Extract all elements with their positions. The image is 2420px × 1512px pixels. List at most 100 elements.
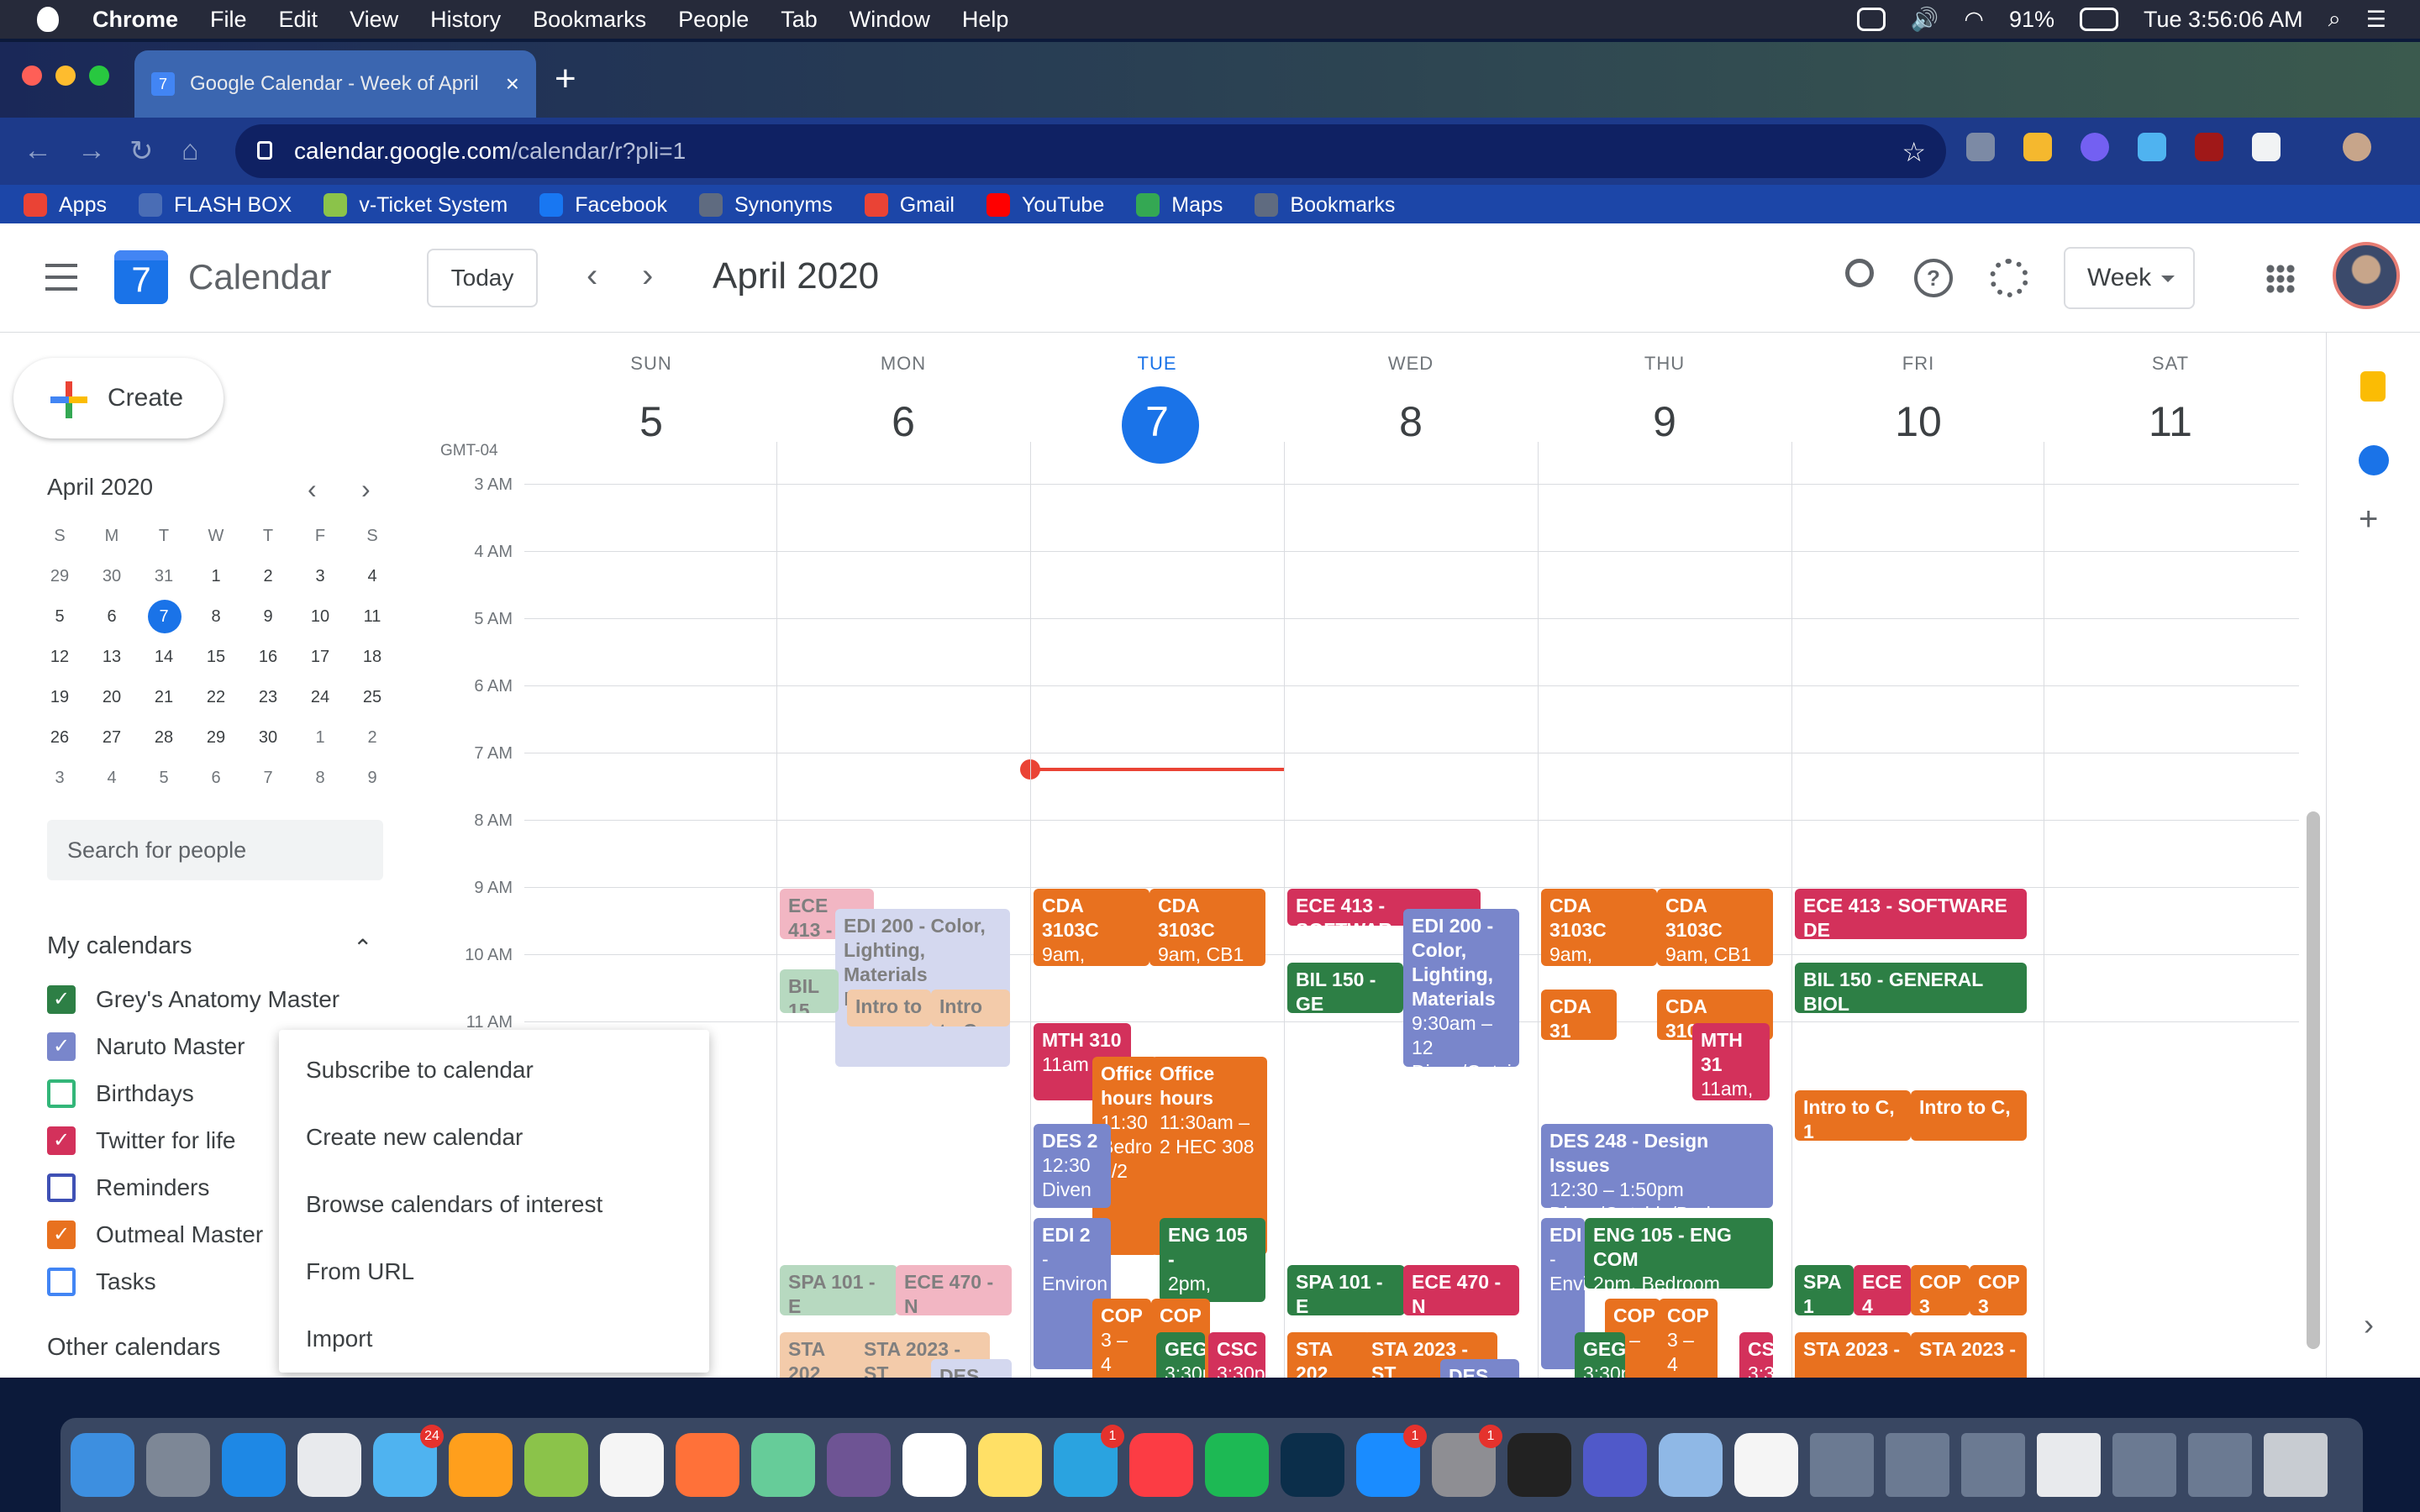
day-date[interactable]: 10 [1792,385,2044,459]
trash-dock-icon[interactable] [2264,1433,2328,1497]
forward-icon[interactable]: → [77,134,106,167]
terminal-dock-icon[interactable] [1507,1433,1571,1497]
mini-day[interactable]: 1 [294,717,346,758]
mini-day[interactable]: 29 [34,556,86,596]
calendar-event[interactable]: Intro to C, [1911,1090,2027,1141]
keep-icon[interactable] [2360,371,2386,402]
day-date[interactable]: 11 [2044,385,2296,459]
previous-week-button[interactable]: ‹ [587,257,597,295]
preview-dock-icon[interactable] [1659,1433,1723,1497]
settings-gear-icon[interactable] [1990,259,2028,297]
calendar-event[interactable]: DES3:45 [1440,1359,1519,1378]
mini-day[interactable]: 30 [242,717,294,758]
home-icon[interactable]: ⌂ [182,134,199,167]
account-avatar[interactable] [2333,242,2400,309]
calendar-item-grey-s-anatomy-master[interactable]: ✓ Grey's Anatomy Master [47,976,339,1023]
mini-day[interactable]: 14 [138,637,190,677]
chrome-dock-icon[interactable] [297,1433,361,1497]
search-icon[interactable] [1845,259,1874,287]
mini-day[interactable]: 2 [346,717,398,758]
calendar-event[interactable]: ECE 470 - N [1403,1265,1519,1315]
menu-item-create-new-calendar[interactable]: Create new calendar [279,1104,709,1171]
bookmark-bookmarks[interactable]: Bookmarks [1255,193,1395,218]
menu-item-subscribe-to-calendar[interactable]: Subscribe to calendar [279,1037,709,1104]
calendar-event[interactable]: COP 3 [1970,1265,2027,1315]
window-1-dock-icon[interactable] [1810,1433,1874,1497]
mini-day[interactable]: 17 [294,637,346,677]
mini-day[interactable]: 26 [34,717,86,758]
my-calendars-heading[interactable]: My calendars [47,932,192,960]
mini-day[interactable]: 9 [242,596,294,637]
mini-day[interactable]: 8 [190,596,242,637]
today-button[interactable]: Today [427,249,538,307]
reload-icon[interactable]: ↻ [129,134,154,168]
mini-day[interactable]: 31 [138,556,190,596]
unchecked-checkbox-icon[interactable] [47,1268,76,1296]
github-dock-icon[interactable] [827,1433,891,1497]
window-5-dock-icon[interactable] [2112,1433,2176,1497]
extension-1-icon[interactable] [1966,133,1995,161]
mini-day[interactable]: 19 [34,677,86,717]
menu-item-tab[interactable]: Tab [781,7,818,33]
mini-day[interactable]: 3 [294,556,346,596]
calendar-event[interactable]: SPA 1 [1795,1265,1854,1315]
mini-day[interactable]: 29 [190,717,242,758]
mini-day[interactable]: 5 [138,758,190,798]
calendar-event[interactable]: MTH 31 11am, L [1692,1023,1770,1100]
mini-day[interactable]: 2 [242,556,294,596]
ublock-extension-icon[interactable] [2195,133,2223,161]
mini-day[interactable]: 15 [190,637,242,677]
menu-item-browse-calendars-of-interest[interactable]: Browse calendars of interest [279,1171,709,1238]
other-calendars-heading[interactable]: Other calendars [47,1334,220,1362]
spotify-dock-icon[interactable] [1205,1433,1269,1497]
music-dock-icon[interactable] [1129,1433,1193,1497]
calendar-event[interactable]: ECE 413 - SOFTWARE DE [1795,889,2027,939]
mini-day[interactable]: 30 [86,556,138,596]
calendar-event[interactable]: STA 202 [1287,1332,1371,1378]
bookmark-apps[interactable]: Apps [24,193,107,218]
back-icon[interactable]: ← [24,134,52,167]
finder-dock-icon[interactable] [71,1433,134,1497]
mini-day[interactable]: 4 [346,556,398,596]
menu-item-history[interactable]: History [430,7,501,33]
help-icon[interactable]: ? [1914,259,1953,297]
calendar-event[interactable]: STA 2023 - [1911,1332,2027,1378]
checked-checkbox-icon[interactable]: ✓ [47,1032,76,1061]
close-window-button[interactable] [22,66,42,86]
bookmark-gmail[interactable]: Gmail [864,193,955,218]
menu-item-edit[interactable]: Edit [279,7,318,33]
wifi-icon[interactable]: ◠ [1964,7,1984,33]
day-header-tue[interactable]: TUE 7 [1031,353,1283,464]
calendar-event[interactable]: BIL 15 [780,969,839,1013]
mini-day[interactable]: 1 [190,556,242,596]
get-addons-plus-icon[interactable]: + [2359,501,2378,538]
mini-day[interactable]: 18 [346,637,398,677]
menu-item-from-url[interactable]: From URL [279,1238,709,1305]
profile-avatar-icon[interactable] [2343,133,2371,161]
bookmark-synonyms[interactable]: Synonyms [698,193,833,218]
menu-item-view[interactable]: View [350,7,398,33]
calendar-event[interactable]: BIL 150 - GE [1287,963,1403,1013]
mini-day[interactable]: 6 [86,596,138,637]
calendar-event[interactable]: Intro to C, 1 [1795,1090,1911,1141]
zoom-window-button[interactable] [89,66,109,86]
collapse-chevron-icon[interactable]: ⌃ [353,934,372,962]
calendar-event[interactable]: COP 3 – 4 CB1 [1659,1299,1718,1378]
calendar-event[interactable]: CDA 3103C9am, CB1 O [1657,889,1773,966]
notes-dock-icon[interactable] [978,1433,1042,1497]
apple-menu-icon[interactable] [37,7,59,32]
mini-day[interactable]: 24 [294,677,346,717]
menu-item-people[interactable]: People [678,7,749,33]
bookmark-youtube[interactable]: YouTube [986,193,1104,218]
mini-day-selected[interactable]: 7 [138,596,190,637]
tasks-icon[interactable] [2359,445,2389,475]
home-dock-icon[interactable] [449,1433,513,1497]
mini-day[interactable]: 22 [190,677,242,717]
create-button[interactable]: Create [13,358,224,438]
day-header-sun[interactable]: SUN 5 [525,353,777,459]
document-dock-icon[interactable] [1734,1433,1798,1497]
menu-item-file[interactable]: File [210,7,247,33]
calendar-event[interactable]: ECE 470 - N [896,1265,1012,1315]
calendar-event[interactable]: ECE 4 [1854,1265,1911,1315]
mini-day[interactable]: 16 [242,637,294,677]
